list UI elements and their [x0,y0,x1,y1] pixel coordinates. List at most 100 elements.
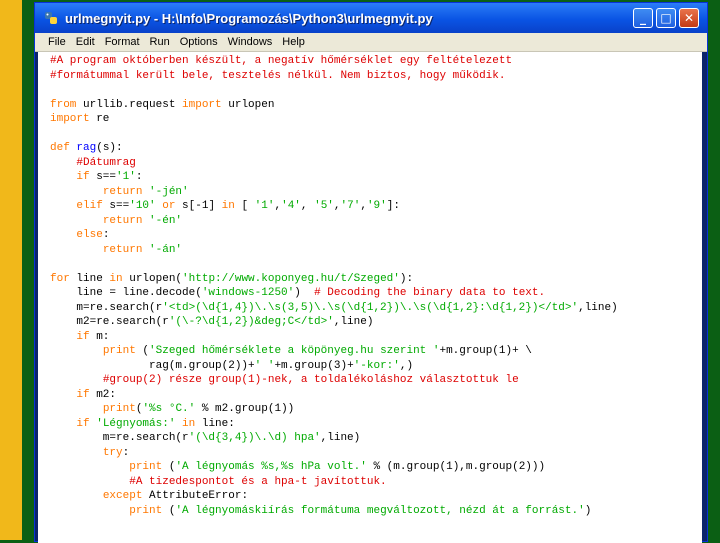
code-token: 'http://www.koponyeg.hu/t/Szeged' [182,272,400,285]
code-token: return [102,185,143,198]
code-token: 'Légnyomás:' [96,417,176,430]
code-token: print [129,461,163,473]
code-token: #Dátumrag [76,156,136,169]
code-line[interactable]: import re [50,112,618,127]
code-editor[interactable]: #A program októberben készült, a negatív… [38,52,702,543]
code-line[interactable]: #Dátumrag [50,156,618,171]
code-line[interactable] [50,83,618,98]
menu-edit[interactable]: Edit [71,36,100,48]
code-line[interactable]: else: [50,228,618,243]
code-token: ): [399,272,414,285]
code-token: from [50,98,77,111]
code-token: '5' [314,200,334,212]
code-token: line [69,272,110,285]
code-token: m2: [89,388,117,401]
code-token: : [135,171,143,183]
desktop-stripe-green [22,0,32,540]
code-token: urlopen [221,98,275,111]
code-line[interactable]: m=re.search(r'<td>(\d{1,4})\.\s(3,5)\.\s… [50,301,617,316]
code-token: ,) [399,359,414,372]
code-line[interactable]: #group(2) része group(1)-nek, a toldalék… [50,373,618,388]
code-token: s== [102,200,130,212]
code-token: elif [76,200,103,212]
code-line[interactable]: try: [50,446,618,461]
code-token: return [102,214,143,227]
menu-file[interactable]: File [43,36,71,48]
code-line[interactable]: elif s=='10' or s[-1] in [ '1','4', '5',… [50,199,618,214]
code-token: [ [234,200,255,212]
code-line[interactable]: m2=re.search(r'(\-?\d{1,2})&deg;C</td>',… [50,315,618,330]
code-token: ) [294,287,315,299]
code-token: #A program októberben készült, a negatív… [50,55,513,67]
menu-run[interactable]: Run [145,36,175,48]
code-token: urlopen( [122,272,183,285]
code-line[interactable]: m=re.search(r'(\d{3,4})\.\d) hpa',line) [50,431,618,446]
python-file-icon[interactable] [43,10,59,26]
code-token: : [122,446,130,459]
code-token: , [300,200,315,212]
code-line[interactable]: if m: [50,330,618,345]
code-line[interactable]: line = line.decode('windows-1250') # Dec… [50,286,618,301]
code-line[interactable]: def rag(s): [50,141,618,156]
code-token: urllib.request [76,98,183,111]
code-token: return [102,243,143,256]
menu-bar: File Edit Format Run Options Windows Hel… [35,33,707,52]
code-line[interactable]: #A program októberben készült, a negatív… [50,54,618,69]
code-line[interactable]: #formátummal került bele, tesztelés nélk… [50,69,618,84]
code-line[interactable]: #A tizedespontot és a hpa-t javítottuk. [50,475,618,490]
minimize-button[interactable]: _ [633,8,653,28]
code-line[interactable]: print('%s °C.' % m2.group(1)) [50,402,618,417]
menu-help[interactable]: Help [277,36,310,48]
menu-format[interactable]: Format [100,36,145,48]
code-token: '-én' [149,214,183,227]
code-line[interactable]: except AttributeError: [50,489,618,504]
menu-windows[interactable]: Windows [223,36,278,48]
code-line[interactable]: print ('A légnyomás %s,%s hPa volt.' % (… [50,460,618,475]
code-line[interactable]: return '-án' [50,243,618,258]
code-token: for [50,272,70,285]
code-token: '1' [116,171,136,183]
code-token: print [102,345,136,357]
code-token: ( [135,345,150,357]
code-line[interactable]: print ('Szeged hőmérséklete a köpönyeg.h… [50,344,618,359]
code-token: (s): [96,142,123,154]
title-bar[interactable]: urlmegnyit.py - H:\Info\Programozás\Pyth… [35,3,707,33]
code-token: #formátummal került bele, tesztelés nélk… [50,69,506,82]
code-line[interactable]: from urllib.request import urlopen [50,98,618,113]
code-line[interactable]: for line in urlopen('http://www.koponyeg… [50,272,618,287]
code-line[interactable]: print ('A légnyomáskiírás formátuma megv… [50,504,618,519]
code-line[interactable]: rag(m.group(2))+' '+m.group(3)+'-kor:',) [50,359,618,374]
code-line[interactable]: if m2: [50,388,618,403]
code-token: % m2.group(1)) [195,403,295,415]
code-line[interactable] [50,257,618,272]
close-button[interactable]: ✕ [679,8,699,28]
maximize-button[interactable]: □ [656,8,676,28]
menu-options[interactable]: Options [175,36,223,48]
code-line[interactable]: if s=='1': [50,170,618,185]
code-token: '-án' [149,243,183,256]
code-line[interactable]: if 'Légnyomás:' in line: [50,417,618,432]
code-line[interactable]: return '-jén' [50,185,618,200]
code-line[interactable] [50,127,618,142]
code-token: ' ' [254,359,275,372]
code-line[interactable]: return '-én' [50,214,618,229]
code-token: #group(2) része group(1)-nek, a toldalék… [102,374,519,386]
code-text[interactable]: #A program októberben készült, a negatív… [50,54,618,518]
code-token: '(\d{3,4})\.\d) hpa' [188,432,321,444]
code-token: m2=re.search(r [50,316,169,328]
code-token: m=re.search(r [50,301,163,314]
code-token: ,line) [333,316,374,328]
code-token: '7' [340,200,361,212]
code-token: import [182,98,222,111]
code-token: '1' [254,200,275,212]
code-token: #A tizedespontot és a hpa-t javítottuk. [129,475,387,488]
